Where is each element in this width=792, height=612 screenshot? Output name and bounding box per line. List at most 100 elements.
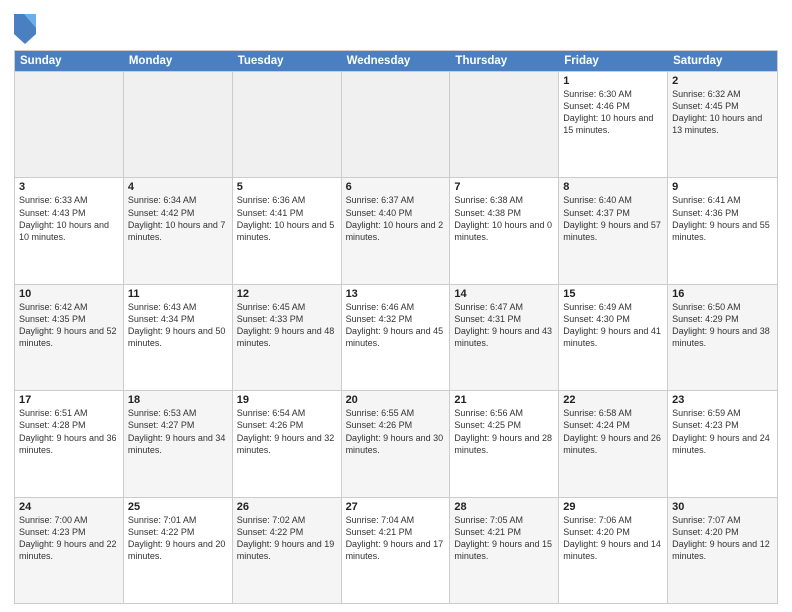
day-number: 20	[346, 394, 446, 406]
day-cell-18: 18Sunrise: 6:53 AM Sunset: 4:27 PM Dayli…	[124, 391, 233, 496]
day-cell-2: 2Sunrise: 6:32 AM Sunset: 4:45 PM Daylig…	[668, 72, 777, 177]
day-info: Sunrise: 7:00 AM Sunset: 4:23 PM Dayligh…	[19, 514, 119, 563]
day-number: 27	[346, 501, 446, 513]
day-number: 10	[19, 288, 119, 300]
day-number: 26	[237, 501, 337, 513]
day-number: 15	[563, 288, 663, 300]
day-number: 6	[346, 181, 446, 193]
day-info: Sunrise: 6:49 AM Sunset: 4:30 PM Dayligh…	[563, 301, 663, 350]
day-number: 28	[454, 501, 554, 513]
day-info: Sunrise: 6:42 AM Sunset: 4:35 PM Dayligh…	[19, 301, 119, 350]
day-cell-23: 23Sunrise: 6:59 AM Sunset: 4:23 PM Dayli…	[668, 391, 777, 496]
day-cell-3: 3Sunrise: 6:33 AM Sunset: 4:43 PM Daylig…	[15, 178, 124, 283]
day-number: 16	[672, 288, 773, 300]
day-number: 7	[454, 181, 554, 193]
day-number: 2	[672, 75, 773, 87]
header-cell-saturday: Saturday	[668, 51, 777, 71]
day-cell-27: 27Sunrise: 7:04 AM Sunset: 4:21 PM Dayli…	[342, 498, 451, 603]
day-cell-14: 14Sunrise: 6:47 AM Sunset: 4:31 PM Dayli…	[450, 285, 559, 390]
day-cell-21: 21Sunrise: 6:56 AM Sunset: 4:25 PM Dayli…	[450, 391, 559, 496]
day-cell-24: 24Sunrise: 7:00 AM Sunset: 4:23 PM Dayli…	[15, 498, 124, 603]
day-info: Sunrise: 6:55 AM Sunset: 4:26 PM Dayligh…	[346, 407, 446, 456]
day-info: Sunrise: 6:36 AM Sunset: 4:41 PM Dayligh…	[237, 194, 337, 243]
day-cell-12: 12Sunrise: 6:45 AM Sunset: 4:33 PM Dayli…	[233, 285, 342, 390]
day-cell-20: 20Sunrise: 6:55 AM Sunset: 4:26 PM Dayli…	[342, 391, 451, 496]
day-number: 3	[19, 181, 119, 193]
day-cell-11: 11Sunrise: 6:43 AM Sunset: 4:34 PM Dayli…	[124, 285, 233, 390]
day-info: Sunrise: 6:41 AM Sunset: 4:36 PM Dayligh…	[672, 194, 773, 243]
day-number: 11	[128, 288, 228, 300]
empty-cell	[124, 72, 233, 177]
day-info: Sunrise: 6:40 AM Sunset: 4:37 PM Dayligh…	[563, 194, 663, 243]
day-number: 4	[128, 181, 228, 193]
day-cell-16: 16Sunrise: 6:50 AM Sunset: 4:29 PM Dayli…	[668, 285, 777, 390]
day-info: Sunrise: 6:59 AM Sunset: 4:23 PM Dayligh…	[672, 407, 773, 456]
day-info: Sunrise: 7:02 AM Sunset: 4:22 PM Dayligh…	[237, 514, 337, 563]
day-cell-26: 26Sunrise: 7:02 AM Sunset: 4:22 PM Dayli…	[233, 498, 342, 603]
day-number: 14	[454, 288, 554, 300]
empty-cell	[233, 72, 342, 177]
day-info: Sunrise: 6:32 AM Sunset: 4:45 PM Dayligh…	[672, 88, 773, 137]
day-cell-15: 15Sunrise: 6:49 AM Sunset: 4:30 PM Dayli…	[559, 285, 668, 390]
day-number: 25	[128, 501, 228, 513]
day-info: Sunrise: 6:33 AM Sunset: 4:43 PM Dayligh…	[19, 194, 119, 243]
header	[14, 10, 778, 42]
day-number: 19	[237, 394, 337, 406]
week-row-1: 1Sunrise: 6:30 AM Sunset: 4:46 PM Daylig…	[15, 71, 777, 177]
week-row-3: 10Sunrise: 6:42 AM Sunset: 4:35 PM Dayli…	[15, 284, 777, 390]
header-cell-wednesday: Wednesday	[342, 51, 451, 71]
page: SundayMondayTuesdayWednesdayThursdayFrid…	[0, 0, 792, 612]
day-number: 13	[346, 288, 446, 300]
day-info: Sunrise: 6:43 AM Sunset: 4:34 PM Dayligh…	[128, 301, 228, 350]
logo-icon	[14, 14, 34, 42]
day-cell-25: 25Sunrise: 7:01 AM Sunset: 4:22 PM Dayli…	[124, 498, 233, 603]
day-number: 5	[237, 181, 337, 193]
day-cell-22: 22Sunrise: 6:58 AM Sunset: 4:24 PM Dayli…	[559, 391, 668, 496]
day-cell-8: 8Sunrise: 6:40 AM Sunset: 4:37 PM Daylig…	[559, 178, 668, 283]
header-cell-friday: Friday	[559, 51, 668, 71]
day-number: 1	[563, 75, 663, 87]
day-cell-13: 13Sunrise: 6:46 AM Sunset: 4:32 PM Dayli…	[342, 285, 451, 390]
day-cell-4: 4Sunrise: 6:34 AM Sunset: 4:42 PM Daylig…	[124, 178, 233, 283]
day-info: Sunrise: 6:38 AM Sunset: 4:38 PM Dayligh…	[454, 194, 554, 243]
day-cell-1: 1Sunrise: 6:30 AM Sunset: 4:46 PM Daylig…	[559, 72, 668, 177]
day-info: Sunrise: 6:30 AM Sunset: 4:46 PM Dayligh…	[563, 88, 663, 137]
day-cell-17: 17Sunrise: 6:51 AM Sunset: 4:28 PM Dayli…	[15, 391, 124, 496]
day-info: Sunrise: 7:06 AM Sunset: 4:20 PM Dayligh…	[563, 514, 663, 563]
week-row-4: 17Sunrise: 6:51 AM Sunset: 4:28 PM Dayli…	[15, 390, 777, 496]
week-row-5: 24Sunrise: 7:00 AM Sunset: 4:23 PM Dayli…	[15, 497, 777, 603]
calendar: SundayMondayTuesdayWednesdayThursdayFrid…	[14, 50, 778, 604]
day-info: Sunrise: 6:56 AM Sunset: 4:25 PM Dayligh…	[454, 407, 554, 456]
day-number: 8	[563, 181, 663, 193]
day-info: Sunrise: 7:07 AM Sunset: 4:20 PM Dayligh…	[672, 514, 773, 563]
day-number: 17	[19, 394, 119, 406]
day-cell-28: 28Sunrise: 7:05 AM Sunset: 4:21 PM Dayli…	[450, 498, 559, 603]
header-cell-monday: Monday	[124, 51, 233, 71]
day-info: Sunrise: 6:53 AM Sunset: 4:27 PM Dayligh…	[128, 407, 228, 456]
empty-cell	[450, 72, 559, 177]
day-number: 24	[19, 501, 119, 513]
day-cell-5: 5Sunrise: 6:36 AM Sunset: 4:41 PM Daylig…	[233, 178, 342, 283]
calendar-header: SundayMondayTuesdayWednesdayThursdayFrid…	[15, 51, 777, 71]
day-info: Sunrise: 6:37 AM Sunset: 4:40 PM Dayligh…	[346, 194, 446, 243]
day-info: Sunrise: 6:45 AM Sunset: 4:33 PM Dayligh…	[237, 301, 337, 350]
day-number: 23	[672, 394, 773, 406]
calendar-body: 1Sunrise: 6:30 AM Sunset: 4:46 PM Daylig…	[15, 71, 777, 603]
day-number: 9	[672, 181, 773, 193]
empty-cell	[15, 72, 124, 177]
day-number: 22	[563, 394, 663, 406]
empty-cell	[342, 72, 451, 177]
day-info: Sunrise: 6:47 AM Sunset: 4:31 PM Dayligh…	[454, 301, 554, 350]
day-info: Sunrise: 6:46 AM Sunset: 4:32 PM Dayligh…	[346, 301, 446, 350]
day-number: 18	[128, 394, 228, 406]
day-info: Sunrise: 6:50 AM Sunset: 4:29 PM Dayligh…	[672, 301, 773, 350]
day-info: Sunrise: 6:54 AM Sunset: 4:26 PM Dayligh…	[237, 407, 337, 456]
week-row-2: 3Sunrise: 6:33 AM Sunset: 4:43 PM Daylig…	[15, 177, 777, 283]
day-number: 12	[237, 288, 337, 300]
header-cell-tuesday: Tuesday	[233, 51, 342, 71]
day-cell-9: 9Sunrise: 6:41 AM Sunset: 4:36 PM Daylig…	[668, 178, 777, 283]
day-cell-19: 19Sunrise: 6:54 AM Sunset: 4:26 PM Dayli…	[233, 391, 342, 496]
day-cell-29: 29Sunrise: 7:06 AM Sunset: 4:20 PM Dayli…	[559, 498, 668, 603]
day-info: Sunrise: 6:58 AM Sunset: 4:24 PM Dayligh…	[563, 407, 663, 456]
logo	[14, 14, 37, 42]
